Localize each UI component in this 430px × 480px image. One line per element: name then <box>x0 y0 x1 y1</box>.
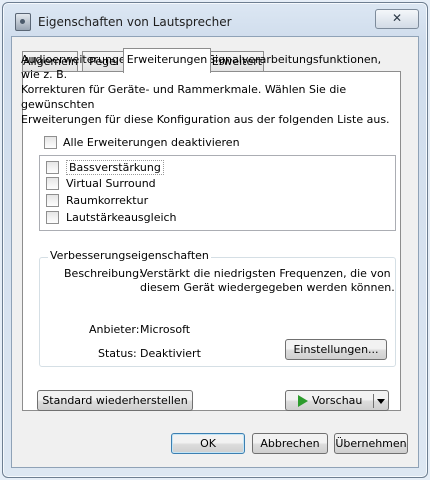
properties-group-label: Verbesserungseigenschaften <box>48 249 211 262</box>
list-item[interactable]: Bassverstärkung <box>46 160 164 175</box>
properties-window: Eigenschaften von Lautsprecher ✕ Allgeme… <box>2 2 428 478</box>
chevron-down-icon[interactable] <box>377 399 385 404</box>
description-value-line2: diesem Gerät wiedergegeben werden können… <box>140 281 395 294</box>
virtual-surround-label: Virtual Surround <box>66 177 156 190</box>
list-item[interactable]: Raumkorrektur <box>46 194 148 207</box>
apply-button[interactable]: Übernehmen <box>334 433 408 454</box>
provider-label: Anbieter: <box>89 323 140 336</box>
provider-value: Microsoft <box>140 323 191 336</box>
disable-all-checkbox[interactable] <box>44 136 57 149</box>
bass-boost-checkbox[interactable] <box>46 161 59 174</box>
settings-button[interactable]: Einstellungen... <box>285 339 387 360</box>
preview-label: Vorschau <box>312 394 363 407</box>
play-icon <box>298 395 308 407</box>
enhancements-list[interactable]: Bassverstärkung Virtual Surround Raumkor… <box>39 155 396 231</box>
preview-button[interactable]: Vorschau <box>285 390 389 411</box>
list-item[interactable]: Lautstärkeausgleich <box>46 211 177 224</box>
list-item[interactable]: Virtual Surround <box>46 177 156 190</box>
virtual-surround-checkbox[interactable] <box>46 177 59 190</box>
description-label: Beschreibung: <box>64 267 143 280</box>
split-separator <box>373 394 374 408</box>
description-value-line1: Verstärkt die niedrigsten Frequenzen, di… <box>140 267 391 280</box>
bass-boost-label: Bassverstärkung <box>66 160 164 175</box>
room-correction-checkbox[interactable] <box>46 194 59 207</box>
speaker-icon <box>15 13 31 31</box>
status-value: Deaktiviert <box>140 347 201 360</box>
disable-all-label: Alle Erweiterungen deaktivieren <box>63 136 240 149</box>
ok-button[interactable]: OK <box>171 433 245 454</box>
room-correction-label: Raumkorrektur <box>66 194 149 207</box>
loudness-eq-label: Lautstärkeausgleich <box>66 211 177 224</box>
title-bar[interactable]: Eigenschaften von Lautsprecher ✕ <box>3 3 427 37</box>
tab-erweiterungen[interactable]: Erweiterungen <box>123 48 211 73</box>
window-title: Eigenschaften von Lautsprecher <box>38 15 232 29</box>
loudness-eq-checkbox[interactable] <box>46 211 59 224</box>
close-button[interactable]: ✕ <box>375 9 419 29</box>
description-text: Audioerweiterungen ermöglichen Signalver… <box>21 53 390 126</box>
cancel-button[interactable]: Abbrechen <box>252 433 328 454</box>
restore-defaults-button[interactable]: Standard wiederherstellen <box>37 390 193 411</box>
status-label: Status: <box>98 347 137 360</box>
disable-all-row[interactable]: Alle Erweiterungen deaktivieren <box>44 136 240 149</box>
